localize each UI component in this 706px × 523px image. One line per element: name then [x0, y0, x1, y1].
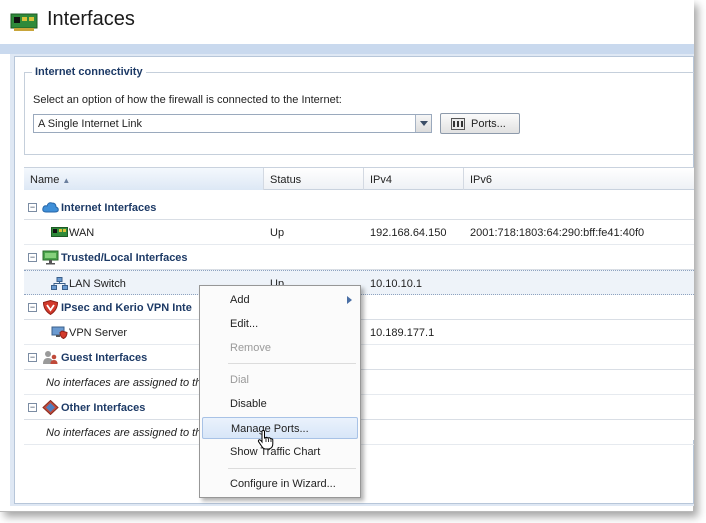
collapse-icon[interactable]: − — [28, 203, 37, 212]
menu-separator — [228, 363, 356, 364]
cloud-icon — [42, 202, 59, 213]
connectivity-legend: Internet connectivity — [32, 66, 146, 78]
column-ipv4[interactable]: IPv4 — [364, 168, 464, 190]
vpn-server-icon — [51, 326, 68, 339]
column-status[interactable]: Status — [264, 168, 364, 190]
cell-ipv6: 2001:718:1803:64:290:bff:fe41:40f0 — [470, 227, 645, 239]
switch-icon — [51, 277, 68, 290]
group-internet-interfaces[interactable]: − Internet Interfaces — [24, 195, 694, 220]
menu-item-label: Configure in Wizard... — [230, 478, 336, 490]
hand-cursor-icon — [257, 430, 274, 450]
cell-status: Up — [270, 227, 285, 239]
empty-message: No interfaces are assigned to th — [46, 377, 202, 389]
menu-item-label: Show Traffic Chart — [230, 446, 321, 458]
menu-item-remove[interactable]: Remove — [202, 337, 358, 359]
monitor-network-icon — [42, 250, 59, 265]
title-bar: Interfaces — [0, 0, 694, 44]
menu-item-label: Remove — [230, 342, 271, 354]
diamond-network-icon — [42, 400, 59, 415]
header-band — [0, 44, 694, 54]
cell-ipv4: 10.10.10.1 — [370, 278, 422, 290]
menu-item-dial[interactable]: Dial — [202, 369, 358, 391]
menu-item-add[interactable]: Add — [202, 289, 358, 311]
collapse-icon[interactable]: − — [28, 253, 37, 262]
menu-item-label: Dial — [230, 374, 249, 386]
chevron-down-icon[interactable] — [415, 115, 431, 132]
collapse-icon[interactable]: − — [28, 353, 37, 362]
shield-icon — [42, 300, 59, 315]
group-label: Internet Interfaces — [61, 202, 157, 214]
collapse-icon[interactable]: − — [28, 403, 37, 412]
menu-item-label: Edit... — [230, 318, 259, 330]
sort-ascending-icon: ▲ — [62, 176, 71, 185]
menu-item-label: Add — [230, 294, 250, 306]
menu-item-manage-ports[interactable]: Manage Ports... — [202, 417, 358, 439]
table-row-wan[interactable]: WAN Up 192.168.64.150 2001:718:1803:64:2… — [24, 220, 694, 245]
guest-users-icon — [43, 351, 58, 364]
group-label: Trusted/Local Interfaces — [61, 252, 188, 264]
network-card-icon — [10, 13, 38, 31]
ports-button[interactable]: Ports... — [440, 113, 520, 134]
network-card-icon — [51, 227, 68, 237]
context-menu: Add Edit... Remove Dial Disable Manage P… — [199, 285, 361, 498]
column-ipv6[interactable]: IPv6 — [464, 168, 689, 190]
submenu-arrow-icon — [347, 296, 352, 304]
menu-item-configure-wizard[interactable]: Configure in Wizard... — [202, 473, 358, 495]
connectivity-select-value: A Single Internet Link — [38, 118, 142, 130]
menu-item-edit[interactable]: Edit... — [202, 313, 358, 335]
group-trusted-interfaces[interactable]: − Trusted/Local Interfaces — [24, 245, 694, 270]
grid-header: Name ▲ Status IPv4 IPv6 — [24, 167, 694, 190]
page-title: Interfaces — [47, 8, 135, 30]
group-label: IPsec and Kerio VPN Inte — [61, 302, 192, 314]
empty-message: No interfaces are assigned to th — [46, 427, 202, 439]
cell-name: WAN — [69, 227, 95, 239]
connectivity-select[interactable]: A Single Internet Link — [33, 114, 432, 133]
menu-item-label: Disable — [230, 398, 267, 410]
menu-separator — [228, 468, 356, 469]
ports-button-label: Ports... — [471, 117, 506, 130]
cell-name: LAN Switch — [69, 278, 126, 290]
menu-item-disable[interactable]: Disable — [202, 393, 358, 415]
column-name[interactable]: Name ▲ — [24, 168, 264, 190]
cell-ipv4: 10.189.177.1 — [370, 327, 435, 339]
group-label: Guest Interfaces — [61, 352, 148, 364]
ports-icon — [451, 117, 465, 130]
cell-name: VPN Server — [69, 327, 128, 339]
column-name-label: Name — [30, 174, 60, 186]
collapse-icon[interactable]: − — [28, 303, 37, 312]
group-label: Other Interfaces — [61, 402, 146, 414]
cell-ipv4: 192.168.64.150 — [370, 227, 447, 239]
connectivity-prompt: Select an option of how the firewall is … — [33, 94, 342, 106]
menu-item-traffic-chart[interactable]: Show Traffic Chart — [202, 441, 358, 463]
